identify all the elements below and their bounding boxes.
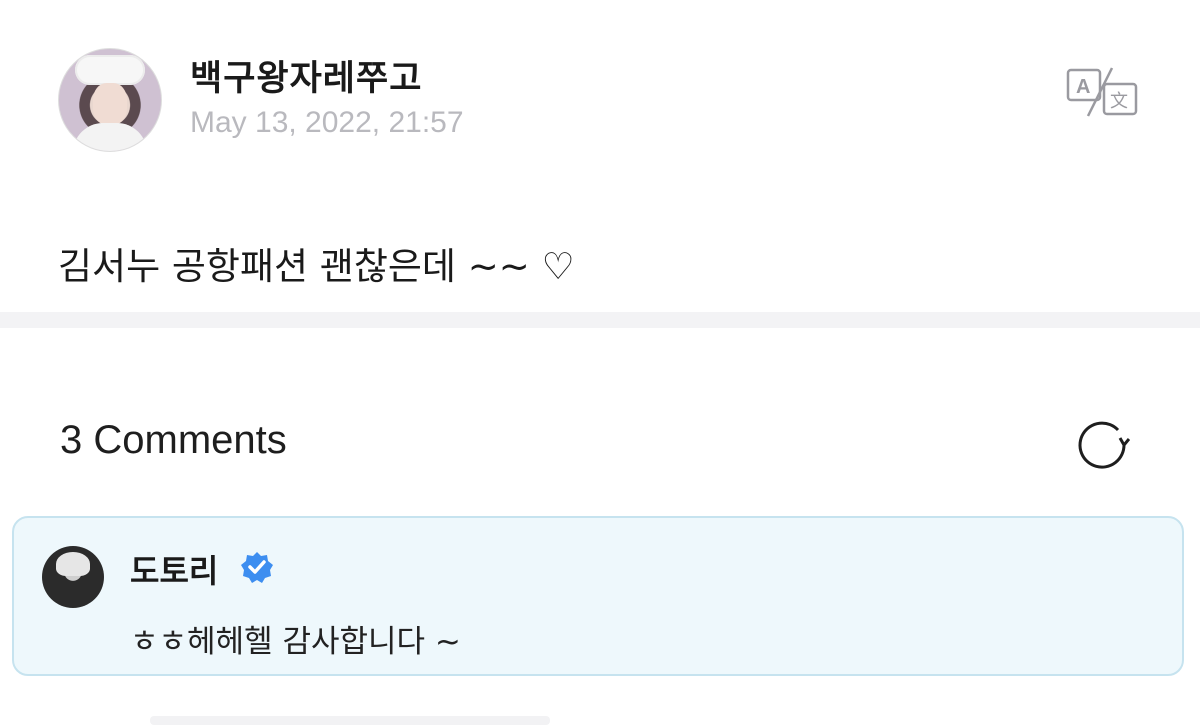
comment-card[interactable]: 도토리 ㅎㅎ헤헤헬 감사합니다 ~ [12, 516, 1184, 676]
author-name[interactable]: 백구왕자레쭈고 [190, 50, 422, 101]
post-date: May 13, 2022, 21:57 [190, 106, 464, 139]
svg-text:A: A [1076, 76, 1090, 98]
post-header: 백구왕자레쭈고 May 13, 2022, 21:57 A 文 [58, 46, 1142, 152]
commenter-avatar[interactable] [42, 546, 104, 608]
section-divider [0, 312, 1200, 328]
translate-icon: A 文 [1066, 67, 1138, 117]
commenter-name[interactable]: 도토리 [130, 546, 218, 592]
author-avatar[interactable] [58, 48, 162, 152]
post-page: 백구왕자레쭈고 May 13, 2022, 21:57 A 文 김서누 공항패션… [0, 0, 1200, 725]
verified-badge-icon [241, 552, 273, 583]
avatar-shirt [73, 123, 147, 151]
avatar-hair [56, 552, 90, 576]
refresh-icon [1078, 421, 1131, 469]
avatar-face [93, 83, 127, 125]
comment-text: ㅎㅎ헤헤헬 감사합니다 ~ [130, 624, 461, 660]
svg-text:文: 文 [1110, 91, 1128, 112]
avatar-hat [75, 55, 145, 85]
next-comment-partial [150, 716, 550, 725]
comments-count-title: 3 Comments [60, 418, 287, 462]
translate-button[interactable]: A 文 [1066, 66, 1138, 118]
post-body-text: 김서누 공항패션 괜찮은데 ~~ ♡ [58, 245, 575, 288]
refresh-button[interactable] [1074, 414, 1131, 470]
